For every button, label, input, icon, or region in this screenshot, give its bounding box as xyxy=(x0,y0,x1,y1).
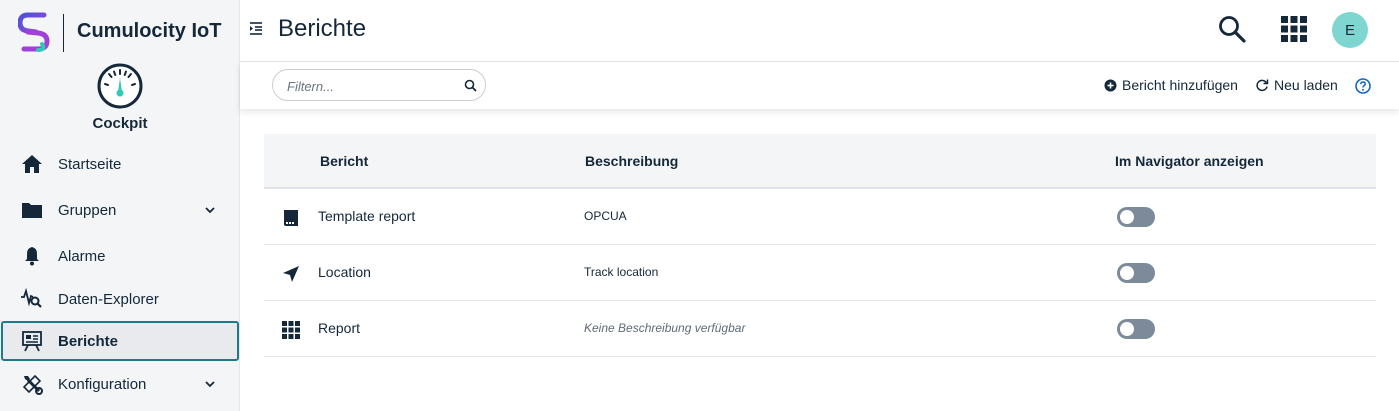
report-name[interactable]: Location xyxy=(318,264,371,280)
sidebar-item-label: Konfiguration xyxy=(58,375,147,393)
page-title: Berichte xyxy=(278,15,367,42)
column-header-bericht[interactable]: Bericht xyxy=(320,153,368,169)
report-board-icon xyxy=(20,329,44,353)
sidebar-toggle-icon[interactable] xyxy=(249,20,265,36)
sidebar-item-gruppen[interactable]: Gruppen xyxy=(0,190,240,230)
sidebar-item-berichte[interactable]: Berichte xyxy=(1,321,239,361)
toggle-knob xyxy=(1120,266,1134,280)
table-row[interactable]: Template report OPCUA xyxy=(264,189,1376,245)
brand[interactable]: Cumulocity IoT xyxy=(0,0,240,64)
app-name: Cockpit xyxy=(92,115,148,132)
user-avatar[interactable]: E xyxy=(1332,12,1368,48)
help-icon[interactable] xyxy=(1355,78,1371,94)
plus-circle-icon xyxy=(1104,79,1117,91)
chevron-down-icon[interactable] xyxy=(203,203,217,217)
table-row[interactable]: Report Keine Beschreibung verfügbar xyxy=(264,301,1376,357)
show-in-navigator-toggle[interactable] xyxy=(1117,207,1155,227)
cockpit-gauge-icon xyxy=(97,63,143,109)
table-row[interactable]: Location Track location xyxy=(264,245,1376,301)
sidebar-item-startseite[interactable]: Startseite xyxy=(0,144,240,184)
refresh-icon xyxy=(1256,79,1269,92)
show-in-navigator-toggle[interactable] xyxy=(1117,319,1155,339)
sidebar-item-label: Gruppen xyxy=(58,201,117,219)
report-description: Track location xyxy=(584,265,659,279)
location-arrow-icon xyxy=(283,266,299,282)
sidebar-item-label: Daten-Explorer xyxy=(58,290,159,308)
data-explorer-icon xyxy=(20,287,44,311)
toggle-knob xyxy=(1120,210,1134,224)
report-name[interactable]: Report xyxy=(318,320,360,336)
sidebar-item-label: Berichte xyxy=(58,332,119,350)
report-description: Keine Beschreibung verfügbar xyxy=(584,321,746,335)
column-header-im-navigator[interactable]: Im Navigator anzeigen xyxy=(1115,153,1264,169)
brand-separator xyxy=(63,14,64,52)
sidebar-item-daten-explorer[interactable]: Daten-Explorer xyxy=(0,279,240,319)
sidebar-item-label: Alarme xyxy=(58,247,106,265)
reload-button[interactable]: Neu laden xyxy=(1255,76,1338,94)
column-header-beschreibung[interactable]: Beschreibung xyxy=(585,153,678,169)
table-header: Bericht Beschreibung Im Navigator anzeig… xyxy=(264,134,1376,189)
add-report-button[interactable]: Bericht hinzufügen xyxy=(1104,76,1238,94)
home-icon xyxy=(20,152,44,176)
chevron-down-icon[interactable] xyxy=(203,377,217,391)
sidebar-item-label: Startseite xyxy=(58,155,122,173)
app-switcher-grid-icon[interactable] xyxy=(1280,15,1308,43)
report-icon xyxy=(284,210,298,226)
sidebar: Cumulocity IoT Cockpit Startseite Gruppe… xyxy=(0,0,240,411)
folder-icon xyxy=(20,198,44,222)
reports-table: Bericht Beschreibung Im Navigator anzeig… xyxy=(264,134,1376,357)
add-report-label: Bericht hinzufügen xyxy=(1122,77,1238,93)
bell-icon xyxy=(20,244,44,268)
reload-label: Neu laden xyxy=(1274,77,1338,93)
search-icon[interactable] xyxy=(1217,14,1247,44)
wrench-icon xyxy=(20,372,44,396)
filter-field xyxy=(272,69,486,101)
report-description: OPCUA xyxy=(584,209,627,223)
toggle-knob xyxy=(1120,322,1134,336)
show-in-navigator-toggle[interactable] xyxy=(1117,263,1155,283)
report-name[interactable]: Template report xyxy=(318,208,415,224)
brand-name: Cumulocity IoT xyxy=(77,20,222,42)
sidebar-item-alarme[interactable]: Alarme xyxy=(0,236,240,276)
action-bar: Bericht hinzufügen Neu laden xyxy=(240,62,1399,109)
header: Berichte E xyxy=(240,0,1399,62)
cumulocity-logo-icon xyxy=(18,12,50,52)
grid-icon xyxy=(282,321,300,339)
filter-input[interactable] xyxy=(287,76,447,96)
search-icon xyxy=(464,79,477,92)
sidebar-item-konfiguration[interactable]: Konfiguration xyxy=(0,364,240,404)
